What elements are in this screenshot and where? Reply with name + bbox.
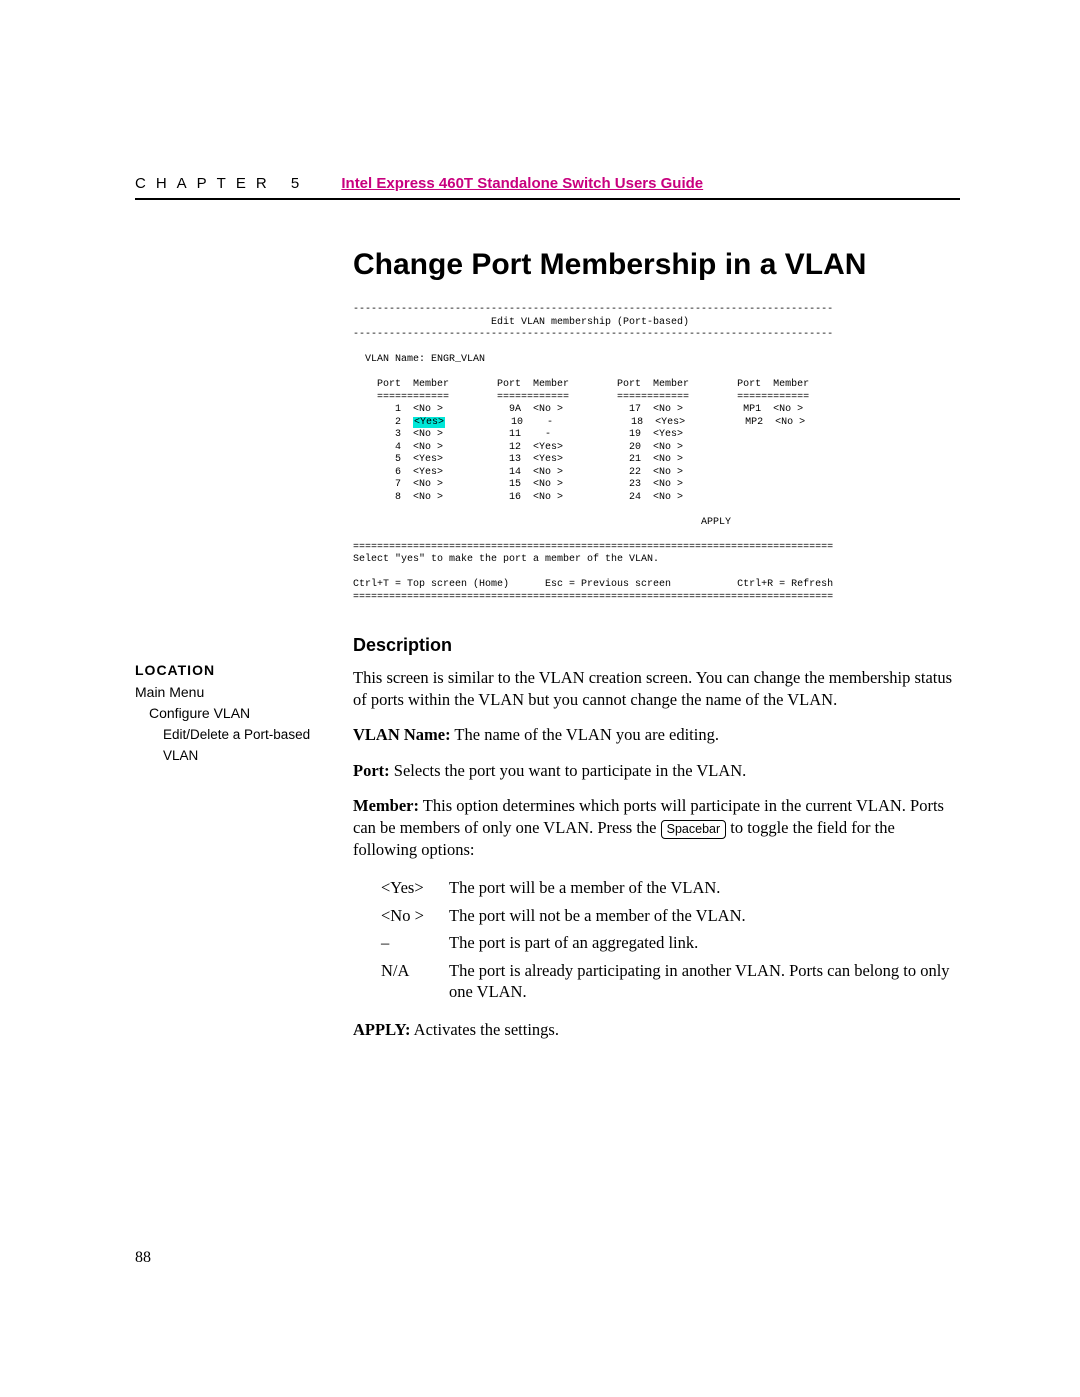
document-page: CHAPTER 5 Intel Express 460T Standalone … xyxy=(0,0,1080,1397)
field-apply: APPLY: Activates the settings. xyxy=(353,1019,960,1040)
field-label: Port: xyxy=(353,761,390,780)
keycap-spacebar: Spacebar xyxy=(661,820,727,839)
page-number: 88 xyxy=(135,1249,151,1267)
page-title: Change Port Membership in a VLAN xyxy=(353,248,960,282)
field-vlan-name: VLAN Name: The name of the VLAN you are … xyxy=(353,724,960,745)
location-sidebar: LOCATION Main Menu Configure VLAN Edit/D… xyxy=(135,634,335,1055)
option-key: <Yes> xyxy=(381,874,449,901)
document-title: Intel Express 460T Standalone Switch Use… xyxy=(341,175,703,192)
option-key: – xyxy=(381,929,449,956)
option-value: The port is part of an aggregated link. xyxy=(449,929,960,956)
location-heading: LOCATION xyxy=(135,660,335,682)
description-heading: Description xyxy=(353,634,960,657)
option-row: N/AThe port is already participating in … xyxy=(381,957,960,1006)
field-port: Port: Selects the port you want to parti… xyxy=(353,760,960,781)
option-value: The port is already participating in ano… xyxy=(449,957,960,1006)
field-label: APPLY: xyxy=(353,1020,410,1039)
field-member: Member: This option determines which por… xyxy=(353,795,960,860)
option-value: The port will be a member of the VLAN. xyxy=(449,874,960,901)
terminal-screenshot: ----------------------------------------… xyxy=(353,304,960,604)
running-header: CHAPTER 5 Intel Express 460T Standalone … xyxy=(135,175,960,200)
field-label: Member: xyxy=(353,796,419,815)
option-value: The port will not be a member of the VLA… xyxy=(449,902,960,929)
option-row: <No >The port will not be a member of th… xyxy=(381,902,960,929)
field-text: The name of the VLAN you are editing. xyxy=(451,725,719,744)
option-row: –The port is part of an aggregated link. xyxy=(381,929,960,956)
field-label: VLAN Name: xyxy=(353,725,451,744)
chapter-label: CHAPTER 5 xyxy=(135,175,309,192)
description-body: Description This screen is similar to th… xyxy=(353,634,960,1055)
location-item: Main Menu xyxy=(135,682,335,704)
option-row: <Yes>The port will be a member of the VL… xyxy=(381,874,960,901)
location-item: Edit/Delete a Port-based VLAN xyxy=(163,725,335,767)
description-intro: This screen is similar to the VLAN creat… xyxy=(353,667,960,710)
member-options-table: <Yes>The port will be a member of the VL… xyxy=(381,874,960,1005)
field-text: Selects the port you want to participate… xyxy=(390,761,747,780)
content-grid: Change Port Membership in a VLAN -------… xyxy=(135,240,960,1055)
option-key: N/A xyxy=(381,957,449,1006)
field-text: Activates the settings. xyxy=(410,1020,558,1039)
location-item: Configure VLAN xyxy=(149,703,335,725)
option-key: <No > xyxy=(381,902,449,929)
